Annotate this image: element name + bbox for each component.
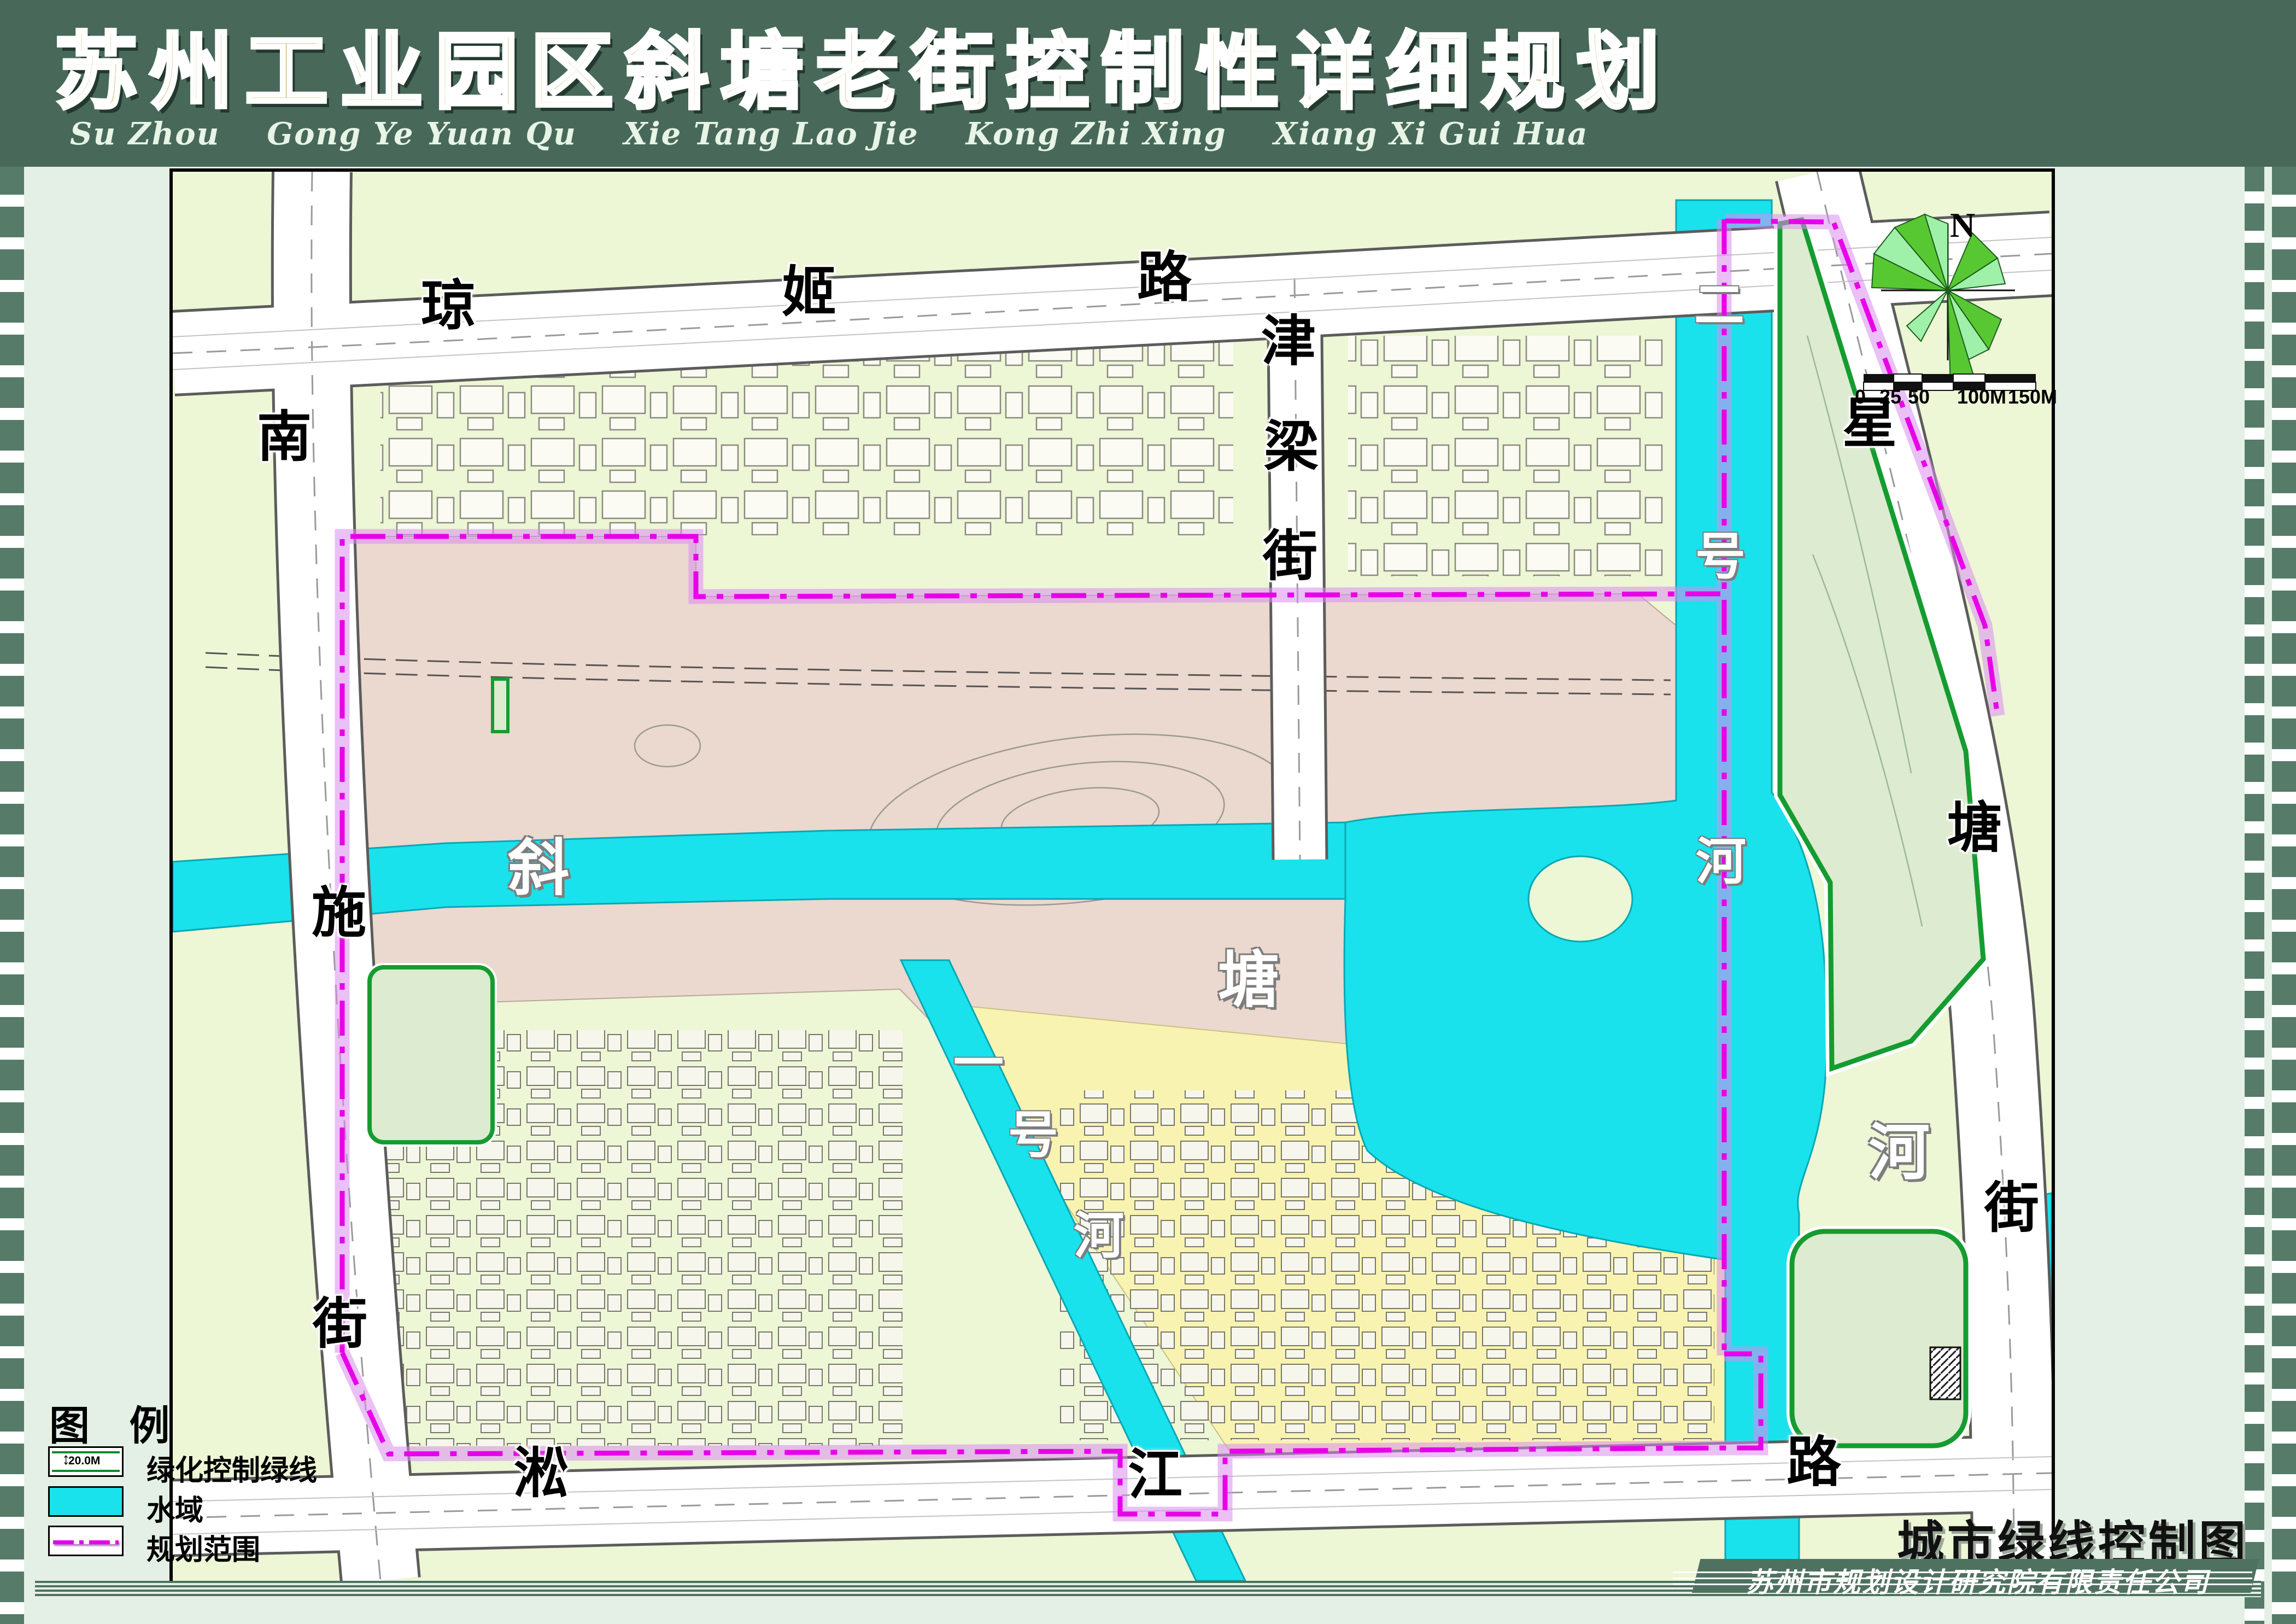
water-swatch [48, 1486, 124, 1517]
sheet-title-pinyin: Su Zhou Gong Ye Yuan Qu Xie Tang Lao Jie… [70, 116, 1589, 152]
northeast-blocks [1348, 336, 1665, 576]
river-island [1528, 856, 1632, 942]
right-border-filmstrip [2272, 164, 2296, 1624]
right-inner-filmstrip [2245, 164, 2264, 1624]
legend-label-boundary: 规划范围 [147, 1527, 260, 1568]
west-park [370, 967, 493, 1142]
green-line-swatch: ↕ 20.0M [48, 1446, 124, 1477]
map-canvas[interactable] [169, 168, 2055, 1584]
legend-title: 图 例 [49, 1393, 184, 1452]
legend-label-water: 水域 [147, 1487, 203, 1528]
map-artwork [173, 172, 2052, 1581]
title-band: 苏州工业园区斜塘老街控制性详细规划 Su Zhou Gong Ye Yuan Q… [0, 0, 2296, 167]
sheet-title: 苏州工业园区斜塘老街控制性详细规划 [55, 4, 1672, 125]
legend: 图 例 ↕ 20.0M 绿化控制绿线 水域 规划范围 [33, 1389, 383, 1575]
southeast-park [1792, 1231, 1966, 1446]
company-name: 苏州市规划设计研究院有限责任公司 [1710, 1561, 2246, 1600]
legend-label-green-line: 绿化控制绿线 [147, 1447, 317, 1488]
scale-bar [1864, 374, 2036, 390]
boundary-swatch [48, 1526, 124, 1556]
small-green-plot [493, 679, 508, 732]
planning-map-sheet: { "header": { "title": "苏州工业园区斜塘老街控制性详细规… [0, 0, 2296, 1624]
green-line-width-note: 20.0M [68, 1454, 100, 1468]
left-border-filmstrip [0, 164, 24, 1624]
